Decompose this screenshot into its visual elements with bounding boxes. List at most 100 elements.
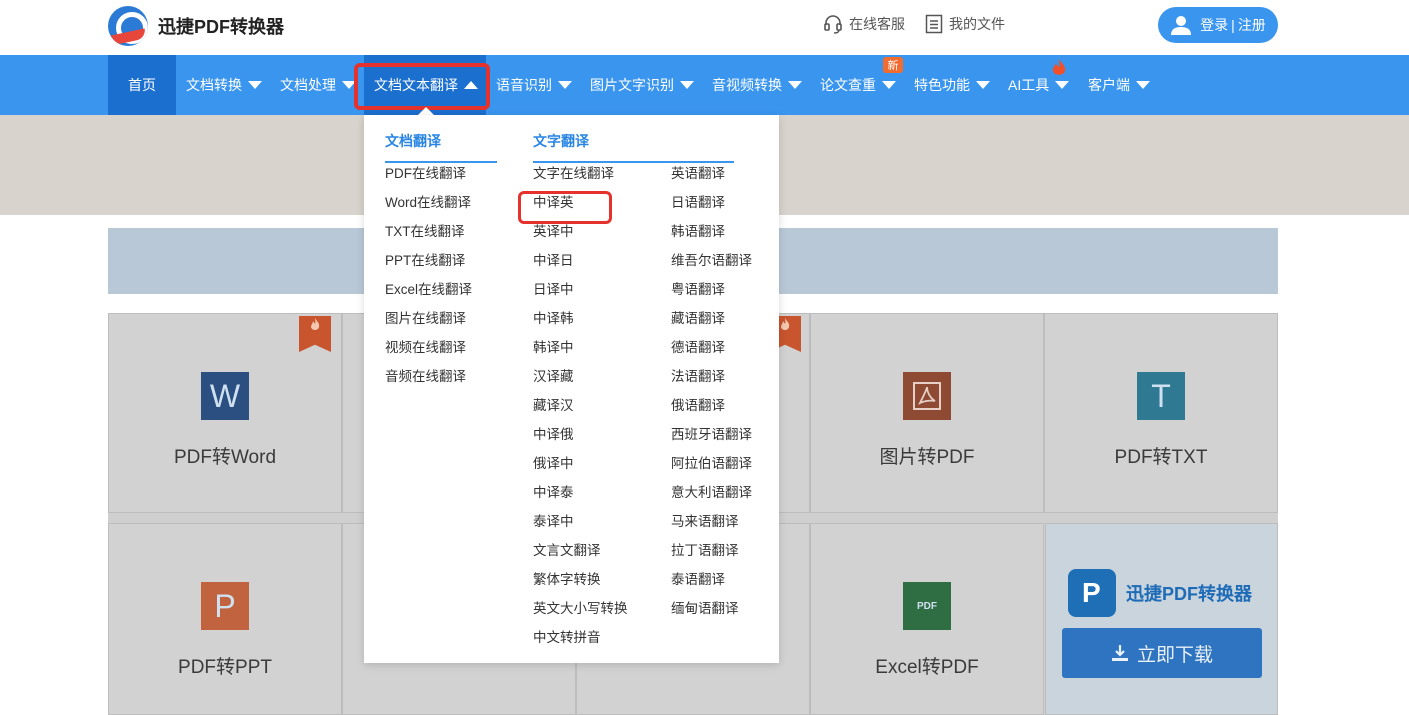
tool-card-pdf-to-word[interactable]: W PDF转Word (108, 313, 342, 513)
menu-item-image-translate[interactable]: 图片在线翻译 (385, 310, 472, 339)
menu-item-classical-chinese[interactable]: 文言文翻译 (533, 542, 628, 571)
menu-item-ppt-translate[interactable]: PPT在线翻译 (385, 252, 472, 281)
txt-icon: T (1137, 372, 1185, 420)
user-icon (1171, 16, 1192, 35)
menu-item-zh-ja[interactable]: 中译日 (533, 252, 628, 281)
chevron-down-icon (1055, 81, 1070, 89)
menu-item-french[interactable]: 法语翻译 (671, 368, 752, 397)
nav-speech-recognition[interactable]: 语音识别 (496, 55, 572, 115)
text-translate-list-1: 文字在线翻译 中译英 英译中 中译日 日译中 中译韩 韩译中 汉译藏 藏译汉 中… (533, 165, 628, 658)
nav-doc-convert-label: 文档转换 (186, 77, 242, 93)
pdf-icon (903, 372, 951, 420)
login-register-button[interactable]: 登录 | 注册 (1158, 7, 1278, 43)
nav-client[interactable]: 客户端 (1088, 55, 1150, 115)
nav-features-label: 特色功能 (914, 77, 970, 93)
register-label[interactable]: 注册 (1238, 15, 1266, 35)
menu-item-english[interactable]: 英语翻译 (671, 165, 752, 194)
top-bar: 迅捷PDF转换器 在线客服 我的文件 登录 | 注册 (0, 0, 1409, 55)
menu-item-ko-zh[interactable]: 韩译中 (533, 339, 628, 368)
menu-item-latin[interactable]: 拉丁语翻译 (671, 542, 752, 571)
fire-icon (781, 318, 790, 330)
menu-item-spanish[interactable]: 西班牙语翻译 (671, 426, 752, 455)
menu-item-excel-translate[interactable]: Excel在线翻译 (385, 281, 472, 310)
menu-item-korean[interactable]: 韩语翻译 (671, 223, 752, 252)
fire-icon (311, 318, 320, 330)
menu-item-text-online[interactable]: 文字在线翻译 (533, 165, 628, 194)
menu-item-bo-zh[interactable]: 藏译汉 (533, 397, 628, 426)
menu-item-txt-translate[interactable]: TXT在线翻译 (385, 223, 472, 252)
nav-ai-tools-label: AI工具 (1008, 77, 1050, 93)
nav-doc-convert[interactable]: 文档转换 (186, 55, 262, 115)
tool-card-label: PDF转PPT (178, 657, 272, 678)
menu-item-arabic[interactable]: 阿拉伯语翻译 (671, 455, 752, 484)
nav-image-ocr[interactable]: 图片文字识别 (590, 55, 694, 115)
chevron-down-icon (976, 81, 990, 89)
tool-card-label: PDF转Word (173, 447, 277, 468)
chevron-down-icon (248, 81, 262, 89)
tool-card-image-to-pdf[interactable]: 图片转PDF (810, 313, 1044, 513)
nav-home[interactable]: 首页 (108, 55, 176, 115)
doc-translate-heading: 文档翻译 (385, 131, 497, 163)
menu-item-japanese[interactable]: 日语翻译 (671, 194, 752, 223)
logo-icon (108, 6, 148, 46)
nav-home-label: 首页 (128, 77, 156, 93)
chevron-down-icon (1136, 81, 1150, 89)
tool-card-label: 图片转PDF (879, 447, 975, 468)
menu-item-en-zh[interactable]: 英译中 (533, 223, 628, 252)
menu-item-burmese[interactable]: 缅甸语翻译 (671, 600, 752, 629)
menu-item-pdf-translate[interactable]: PDF在线翻译 (385, 165, 472, 194)
nav-plagiarism-check-label: 论文查重 (820, 77, 876, 93)
menu-item-tibetan[interactable]: 藏语翻译 (671, 310, 752, 339)
menu-item-pinyin[interactable]: 中文转拼音 (533, 629, 628, 658)
menu-item-zh-ru[interactable]: 中译俄 (533, 426, 628, 455)
ppt-icon: P (201, 582, 249, 630)
menu-item-audio-translate[interactable]: 音频在线翻译 (385, 368, 472, 397)
doc-translate-list: PDF在线翻译 Word在线翻译 TXT在线翻译 PPT在线翻译 Excel在线… (385, 165, 472, 397)
menu-item-zh-ko[interactable]: 中译韩 (533, 310, 628, 339)
tool-card-excel-to-pdf[interactable]: PDF Excel转PDF (810, 523, 1044, 715)
menu-item-thai[interactable]: 泰语翻译 (671, 571, 752, 600)
acrobat-icon (913, 382, 941, 410)
nav-features[interactable]: 特色功能 (914, 55, 990, 115)
tool-card-pdf-to-txt[interactable]: T PDF转TXT (1044, 313, 1278, 513)
login-separator: | (1231, 17, 1235, 33)
menu-item-german[interactable]: 德语翻译 (671, 339, 752, 368)
menu-item-zh-th[interactable]: 中译泰 (533, 484, 628, 513)
menu-item-th-zh[interactable]: 泰译中 (533, 513, 628, 542)
download-icon (1111, 645, 1128, 661)
menu-item-cantonese[interactable]: 粤语翻译 (671, 281, 752, 310)
nav-client-label: 客户端 (1088, 77, 1130, 93)
app-logo-icon (1068, 569, 1116, 617)
nav-doc-process[interactable]: 文档处理 (280, 55, 356, 115)
new-badge: 新 (883, 57, 903, 73)
menu-item-traditional-convert[interactable]: 繁体字转换 (533, 571, 628, 600)
menu-item-ja-zh[interactable]: 日译中 (533, 281, 628, 310)
tool-card-label: PDF转TXT (1114, 447, 1208, 468)
my-files-label: 我的文件 (949, 16, 1005, 32)
hot-ribbon (299, 316, 331, 352)
menu-item-case-convert[interactable]: 英文大小写转换 (533, 600, 628, 629)
nav-speech-recognition-label: 语音识别 (496, 77, 552, 93)
download-brand: 迅捷PDF转换器 (1068, 569, 1252, 617)
document-icon (925, 14, 943, 34)
download-button[interactable]: 立即下载 (1062, 628, 1262, 678)
menu-item-zh-bo[interactable]: 汉译藏 (533, 368, 628, 397)
menu-item-video-translate[interactable]: 视频在线翻译 (385, 339, 472, 368)
menu-item-italian[interactable]: 意大利语翻译 (671, 484, 752, 513)
site-logo[interactable]: 迅捷PDF转换器 (108, 6, 284, 46)
menu-item-malay[interactable]: 马来语翻译 (671, 513, 752, 542)
chevron-down-icon (680, 81, 694, 89)
dropdown-pointer (418, 107, 434, 115)
login-label[interactable]: 登录 (1200, 15, 1228, 35)
tool-card-pdf-to-ppt[interactable]: P PDF转PPT (108, 523, 342, 715)
zh-en-highlight-frame (518, 191, 612, 224)
menu-item-ru-zh[interactable]: 俄译中 (533, 455, 628, 484)
menu-item-russian[interactable]: 俄语翻译 (671, 397, 752, 426)
menu-item-uyghur[interactable]: 维吾尔语翻译 (671, 252, 752, 281)
fire-icon (1052, 59, 1066, 75)
online-service-link[interactable]: 在线客服 (823, 14, 905, 34)
my-files-link[interactable]: 我的文件 (925, 14, 1005, 34)
nav-av-convert-label: 音视频转换 (712, 77, 782, 93)
menu-item-word-translate[interactable]: Word在线翻译 (385, 194, 472, 223)
nav-av-convert[interactable]: 音视频转换 (712, 55, 802, 115)
